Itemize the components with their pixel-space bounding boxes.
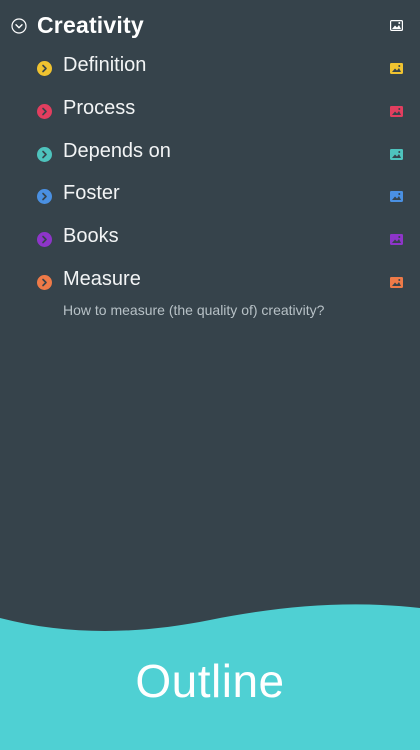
bullet-fill	[37, 104, 52, 119]
image-icon[interactable]	[390, 20, 403, 31]
topic-label[interactable]: Books	[63, 225, 119, 248]
bullet-fill	[37, 275, 52, 290]
image-icon-fill	[390, 277, 403, 288]
topic-row-books[interactable]: Books	[0, 219, 420, 259]
image-icon[interactable]	[390, 234, 403, 245]
image-icon[interactable]	[390, 106, 403, 117]
topic-row-definition[interactable]: Definition	[0, 48, 420, 88]
topic-row-measure[interactable]: Measure	[0, 262, 420, 302]
bullet-icon[interactable]	[37, 275, 52, 290]
topic-label[interactable]: Foster	[63, 182, 120, 205]
topic-row-process[interactable]: Process	[0, 91, 420, 131]
image-icon[interactable]	[390, 149, 403, 160]
image-icon[interactable]	[390, 277, 403, 288]
image-icon[interactable]	[390, 63, 403, 74]
bullet-fill	[37, 189, 52, 204]
root-node-title[interactable]: Creativity	[37, 12, 144, 39]
footer-title: Outline	[135, 655, 285, 707]
topic-note[interactable]: How to measure (the quality of) creativi…	[63, 302, 324, 318]
bullet-icon[interactable]	[37, 189, 52, 204]
bullet-icon[interactable]	[37, 147, 52, 162]
topic-row-foster[interactable]: Foster	[0, 176, 420, 216]
bullet-icon[interactable]	[37, 61, 52, 76]
topic-label[interactable]: Process	[63, 97, 135, 120]
image-icon-fill	[390, 191, 403, 202]
image-icon-fill	[390, 149, 403, 160]
bullet-icon[interactable]	[37, 104, 52, 119]
root-node-row[interactable]: Creativity	[0, 8, 420, 44]
topic-label[interactable]: Depends on	[63, 140, 171, 163]
topic-label[interactable]: Definition	[63, 54, 146, 77]
bullet-fill	[37, 232, 52, 247]
image-icon[interactable]	[390, 191, 403, 202]
image-icon-fill	[390, 63, 403, 74]
bullet-fill	[37, 61, 52, 76]
bullet-fill	[37, 147, 52, 162]
topic-label[interactable]: Measure	[63, 268, 141, 291]
topic-row-depends-on[interactable]: Depends on	[0, 134, 420, 174]
chevron-down-circle-icon[interactable]	[11, 18, 27, 34]
image-icon-fill	[390, 106, 403, 117]
bullet-icon[interactable]	[37, 232, 52, 247]
image-icon-fill	[390, 234, 403, 245]
